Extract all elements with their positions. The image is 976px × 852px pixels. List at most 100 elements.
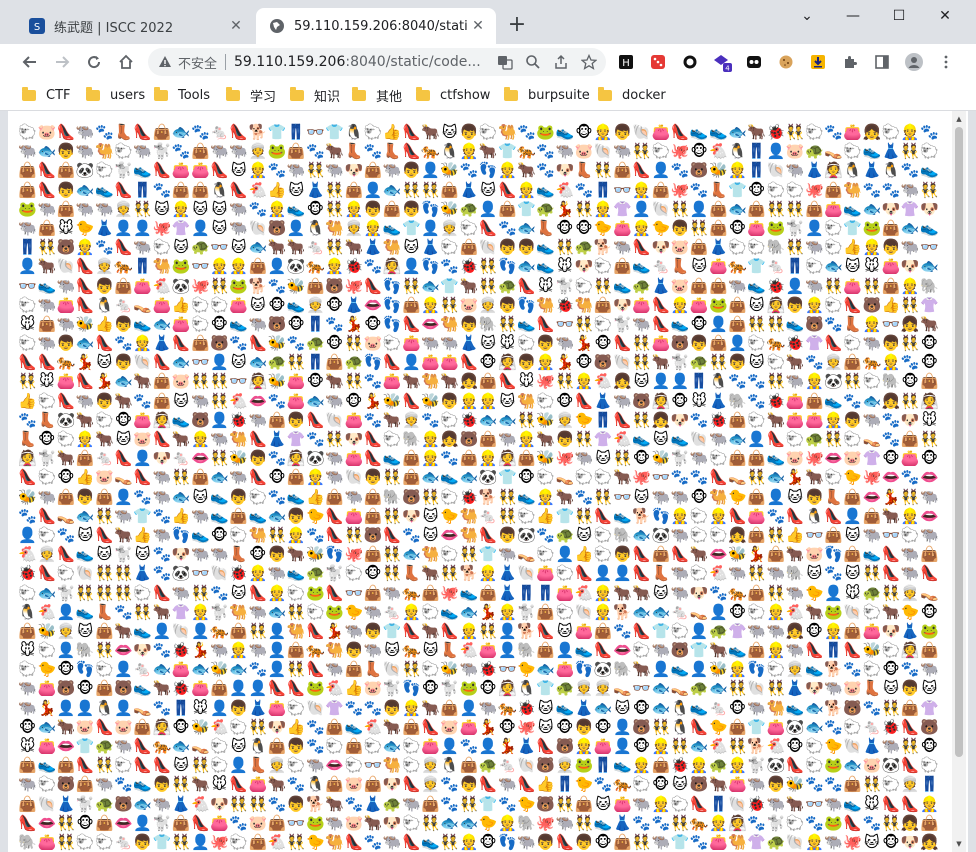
emoji-glyph: 🐞 [785, 334, 805, 353]
emoji-glyph: 👗 [804, 161, 824, 180]
star-icon[interactable] [578, 51, 600, 73]
emoji-glyph: 👠 [421, 717, 440, 736]
translate-icon[interactable] [494, 51, 516, 73]
bookmark-tools[interactable]: Tools [154, 85, 210, 105]
emoji-glyph: 👠 [728, 506, 747, 525]
emoji-glyph: 🐵 [498, 717, 516, 736]
bookmark-study[interactable]: 学习 [226, 85, 276, 105]
emoji-glyph: 🐂 [881, 506, 901, 525]
bookmark-ctf[interactable]: CTF [22, 85, 71, 105]
emoji-glyph: 🐼 [593, 660, 613, 679]
emoji-glyph: 🐼 [881, 756, 901, 775]
side-panel-icon[interactable] [872, 52, 892, 72]
ring-extension-icon[interactable] [680, 52, 700, 72]
url-text[interactable]: 59.110.159.206:8040/static/code... [234, 54, 494, 70]
emoji-glyph: 🐃 [152, 794, 172, 813]
emoji-glyph: 🐔 [18, 545, 37, 564]
forward-button[interactable] [48, 48, 76, 76]
menu-kebab-icon[interactable] [936, 52, 956, 72]
emoji-glyph: 👜 [747, 449, 767, 468]
emoji-glyph: 👣 [497, 832, 517, 851]
bookmark-docker[interactable]: docker [598, 85, 666, 105]
emoji-glyph: 🐱 [844, 564, 861, 583]
emoji-glyph: 🐂 [325, 142, 344, 161]
tab-static-code[interactable]: 59.110.159.206:8040/static/code ✕ [256, 8, 496, 44]
security-indicator[interactable]: 不安全 [158, 53, 217, 72]
emoji-glyph: 🐟 [114, 372, 133, 391]
emoji-glyph: 🐃 [210, 430, 229, 448]
dice-extension-icon[interactable] [648, 52, 668, 72]
emoji-glyph: 👓 [632, 679, 651, 698]
minimize-button[interactable]: — [830, 4, 876, 28]
close-window-button[interactable]: ✕ [922, 4, 968, 28]
bookmark-knowledge[interactable]: 知识 [290, 85, 340, 105]
zoom-icon[interactable] [522, 51, 544, 73]
emoji-glyph: 👰 [497, 353, 517, 372]
emoji-glyph: 🐻 [210, 334, 229, 353]
tab-search-dropdown[interactable]: ⌄ [784, 4, 830, 28]
puzzle-extensions-icon[interactable] [840, 52, 860, 72]
emoji-glyph: 👯 [632, 832, 651, 851]
emoji-glyph: 🐑 [75, 832, 95, 851]
bookmark-other[interactable]: 其他 [352, 85, 402, 105]
emoji-glyph: 🐅 [56, 353, 76, 372]
emoji-glyph: 👜 [881, 218, 901, 237]
cookie-extension-icon[interactable] [776, 52, 796, 72]
emoji-glyph: 🐟 [843, 756, 862, 775]
tab-iscc[interactable]: S 练武题 | ISCC 2022 ✕ [16, 8, 254, 44]
emoji-glyph: 👤 [843, 506, 862, 525]
stack-extension-icon[interactable]: 4 [712, 52, 732, 72]
emoji-glyph: 👤 [613, 717, 632, 736]
home-button[interactable] [112, 48, 140, 76]
back-button[interactable] [16, 48, 44, 76]
close-icon[interactable]: ✕ [468, 16, 488, 36]
emoji-glyph: 🐤 [517, 794, 536, 813]
scroll-up-arrow-icon[interactable]: ▲ [955, 115, 963, 123]
profile-avatar-icon[interactable] [904, 52, 924, 72]
close-icon[interactable]: ✕ [226, 16, 246, 36]
emoji-glyph: 🐔 [709, 142, 728, 161]
vertical-scrollbar[interactable]: ▲ ▼ [952, 111, 966, 852]
scroll-thumb[interactable] [955, 127, 963, 757]
emoji-glyph: 🐵 [479, 679, 497, 698]
emoji-glyph: 🐾 [133, 487, 153, 506]
hackbar-extension-icon[interactable]: H [616, 52, 636, 72]
emoji-glyph: 👕 [267, 123, 287, 141]
eyes-extension-icon[interactable] [744, 52, 764, 72]
new-tab-button[interactable]: + [504, 12, 530, 38]
emoji-glyph: 🐤 [824, 737, 843, 755]
emoji-glyph: 🐾 [900, 353, 920, 372]
emoji-glyph: 🐢 [459, 199, 479, 218]
bookmark-label: 知识 [314, 89, 341, 105]
emoji-glyph: 👤 [133, 449, 153, 468]
emoji-glyph: 👜 [344, 737, 364, 755]
download-extension-icon[interactable] [808, 52, 828, 72]
emoji-glyph: 👯 [95, 583, 114, 602]
bookmark-users[interactable]: users [86, 85, 145, 105]
emoji-glyph: 👗 [613, 813, 632, 832]
emoji-glyph: 🐔 [613, 430, 632, 448]
bookmark-ctfshow[interactable]: ctfshow [416, 85, 490, 105]
emoji-glyph: 🐂 [459, 276, 479, 295]
reload-button[interactable] [80, 48, 108, 76]
emoji-glyph: 🐃 [670, 583, 690, 602]
address-bar[interactable]: 不安全 59.110.159.206:8040/static/code... [148, 48, 606, 76]
emoji-glyph: 👦 [286, 737, 306, 755]
emoji-glyph: 🐟 [171, 123, 191, 141]
emoji-glyph: 👯 [286, 660, 306, 679]
emoji-row: 🐵🐟🐂🐷👠🐷👜👰🐵🐝🐔🐑👯🐶👍🐾👜👟🐔🐂👜👠🐷👛💃🐵🐙 🐱 🐵👦🐵👤🐻👯🐧👠🐤👜👕👛… [18, 718, 940, 737]
maximize-button[interactable]: ☐ [876, 4, 922, 28]
emoji-glyph: 👟 [229, 314, 248, 333]
emoji-glyph: 🐫 [325, 832, 344, 851]
emoji-glyph: 👖 [286, 123, 306, 141]
browser-window: S 练武题 | ISCC 2022 ✕ 59.110.159.206:8040/… [0, 0, 976, 852]
emoji-glyph: 🐫 [766, 698, 786, 717]
emoji-glyph: 🐃 [75, 391, 95, 410]
folder-icon [154, 86, 168, 101]
scroll-down-arrow-icon[interactable]: ▼ [955, 840, 963, 848]
emoji-glyph: 👯 [306, 161, 325, 180]
emoji-glyph: 👤 [286, 218, 306, 237]
share-icon[interactable] [550, 51, 572, 73]
bookmark-burpsuite[interactable]: burpsuite [504, 85, 590, 105]
emoji-glyph: 👛 [421, 737, 440, 755]
